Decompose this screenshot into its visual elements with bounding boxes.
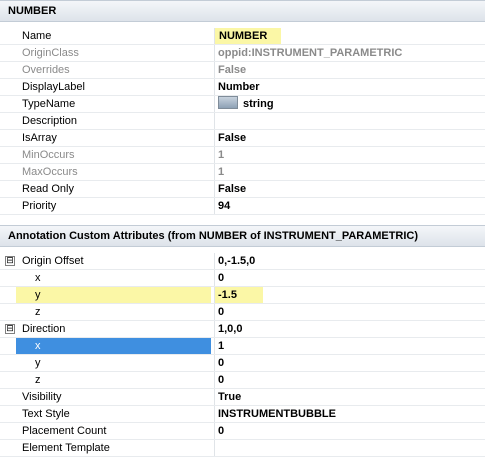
annotation-row-origin-y[interactable]: y -1.5 (0, 287, 485, 304)
property-row-readonly[interactable]: Read Only False (0, 181, 485, 198)
property-row-typename[interactable]: TypeName string (0, 96, 485, 113)
property-value[interactable]: Number (214, 79, 485, 95)
property-row-minoccurs[interactable]: MinOccurs 1 (0, 147, 485, 164)
annotation-row-direction-z[interactable]: z 0 (0, 372, 485, 389)
property-name: Overrides (22, 64, 70, 76)
property-value[interactable] (214, 113, 485, 129)
property-value[interactable]: 0,-1.5,0 (214, 253, 485, 269)
property-value[interactable]: False (214, 130, 485, 146)
property-name: Direction (22, 323, 66, 335)
property-row-isarray[interactable]: IsArray False (0, 130, 485, 147)
property-value[interactable]: NUMBER (214, 28, 485, 44)
property-value[interactable]: oppid:INSTRUMENT_PARAMETRIC (214, 45, 485, 61)
property-name: x (35, 272, 41, 284)
property-name: Visibility (22, 391, 62, 403)
property-value[interactable]: 0 (214, 270, 485, 286)
property-name: Text Style (22, 408, 70, 420)
property-name: Priority (22, 200, 57, 212)
property-name: Name (22, 30, 52, 42)
collapse-icon[interactable]: ⊟ (5, 256, 15, 266)
property-value[interactable]: 94 (214, 198, 485, 214)
property-name: TypeName (22, 98, 76, 110)
property-value[interactable]: string (214, 96, 485, 112)
type-icon (218, 96, 238, 109)
annotation-row-text-style[interactable]: Text Style INSTRUMENTBUBBLE (0, 406, 485, 423)
property-value[interactable]: False (214, 62, 485, 78)
property-name: DisplayLabel (22, 81, 85, 93)
property-value[interactable]: 0 (214, 372, 485, 388)
property-name: OriginClass (22, 47, 79, 59)
annotation-row-origin-offset[interactable]: ⊟ Origin Offset 0,-1.5,0 (0, 253, 485, 270)
highlighted-value: NUMBER (215, 28, 282, 44)
property-value[interactable]: False (214, 181, 485, 197)
annotation-row-direction[interactable]: ⊟ Direction 1,0,0 (0, 321, 485, 338)
property-row-displaylabel[interactable]: DisplayLabel Number (0, 79, 485, 96)
property-name: MinOccurs (22, 149, 75, 161)
property-value[interactable]: 0 (214, 423, 485, 439)
property-row-name[interactable]: Name NUMBER (0, 28, 485, 45)
property-name: z (35, 306, 41, 318)
section-header-annotation[interactable]: Annotation Custom Attributes (from NUMBE… (0, 225, 485, 247)
property-name: x (16, 338, 211, 354)
property-name: y (16, 287, 211, 303)
property-value[interactable]: 1 (214, 164, 485, 180)
annotation-row-origin-x[interactable]: x 0 (0, 270, 485, 287)
property-row-priority[interactable]: Priority 94 (0, 198, 485, 215)
property-value[interactable]: INSTRUMENTBUBBLE (214, 406, 485, 422)
property-row-overrides[interactable]: Overrides False (0, 62, 485, 79)
property-row-maxoccurs[interactable]: MaxOccurs 1 (0, 164, 485, 181)
property-value[interactable]: True (214, 389, 485, 405)
property-name: Placement Count (22, 425, 107, 437)
property-row-description[interactable]: Description (0, 113, 485, 130)
annotation-row-direction-x[interactable]: x 1 (0, 338, 485, 355)
section-header-number[interactable]: NUMBER (0, 0, 485, 22)
annotation-row-direction-y[interactable]: y 0 (0, 355, 485, 372)
property-grid-main: Name NUMBER OriginClass oppid:INSTRUMENT… (0, 28, 485, 215)
property-value[interactable]: 0 (214, 304, 485, 320)
property-name: Origin Offset (22, 255, 84, 267)
property-value[interactable]: 1 (214, 147, 485, 163)
property-name: y (35, 357, 41, 369)
property-grid-annotation: ⊟ Origin Offset 0,-1.5,0 x 0 y -1.5 z 0 … (0, 253, 485, 457)
property-name: z (35, 374, 41, 386)
collapse-icon[interactable]: ⊟ (5, 324, 15, 334)
property-name: MaxOccurs (22, 166, 78, 178)
annotation-row-origin-z[interactable]: z 0 (0, 304, 485, 321)
property-value[interactable]: 1 (214, 338, 485, 354)
property-name: IsArray (22, 132, 57, 144)
property-name: Read Only (22, 183, 74, 195)
property-value[interactable]: -1.5 (214, 287, 263, 303)
property-row-originclass[interactable]: OriginClass oppid:INSTRUMENT_PARAMETRIC (0, 45, 485, 62)
property-value[interactable] (214, 440, 485, 456)
property-value[interactable]: 1,0,0 (214, 321, 485, 337)
property-name: Description (22, 115, 78, 127)
annotation-row-visibility[interactable]: Visibility True (0, 389, 485, 406)
property-name: Element Template (22, 442, 110, 454)
annotation-row-placement-count[interactable]: Placement Count 0 (0, 423, 485, 440)
type-value: string (243, 98, 274, 110)
property-value[interactable]: 0 (214, 355, 485, 371)
